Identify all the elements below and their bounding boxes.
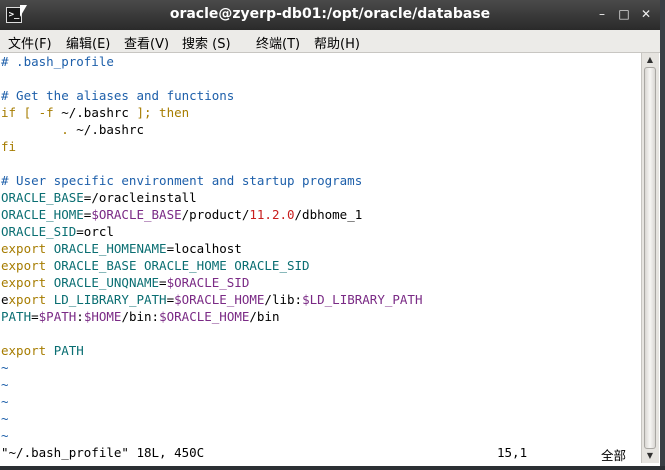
window-title: oracle@zyerp-db01:/opt/oracle/database	[169, 6, 491, 22]
menu-view[interactable]: 查看(V)	[124, 33, 169, 52]
code-token: :	[76, 309, 84, 324]
code-token: /lib:	[264, 292, 303, 307]
scroll-position: 全部	[601, 448, 627, 463]
menu-search[interactable]: 搜索 (S)	[182, 33, 231, 52]
code-token: =	[31, 309, 39, 324]
menu-terminal[interactable]: 终端(T)	[256, 33, 300, 52]
close-button[interactable]: ✕	[638, 6, 654, 22]
code-token: ORACLE_HOME	[1, 207, 84, 222]
code-token: /bin:	[121, 309, 160, 324]
code-token: # .bash_profile	[1, 54, 114, 69]
editor-line: ~	[1, 393, 9, 410]
code-token: export	[1, 343, 54, 358]
editor-line: ~	[1, 376, 9, 393]
editor-line: # Get the aliases and functions	[1, 87, 234, 104]
desktop-background	[660, 0, 665, 466]
editor-line: ORACLE_BASE=/oracleinstall	[1, 189, 197, 206]
code-token: /dbhome_1	[294, 207, 363, 222]
code-token: ~	[1, 394, 9, 409]
code-token: # User specific environment and startup …	[1, 173, 363, 188]
editor-line: PATH=$PATH:$HOME/bin:$ORACLE_HOME/bin	[1, 308, 280, 325]
code-token: ORACLE_HOMENAME	[53, 241, 167, 256]
code-token: if [ -f	[1, 105, 62, 120]
code-token: =	[166, 292, 175, 307]
code-token: fi	[1, 139, 17, 154]
code-token: ~	[1, 360, 9, 375]
code-token: $ORACLE_SID	[166, 275, 250, 290]
file-info: "~/.bash_profile" 18L, 450C	[1, 445, 205, 460]
code-token: $PATH	[38, 309, 77, 324]
code-token: ~	[1, 377, 9, 392]
code-token: ~	[1, 428, 9, 443]
code-token: =localhost	[166, 241, 242, 256]
editor-line: export ORACLE_UNQNAME=$ORACLE_SID	[1, 274, 249, 291]
editor-line: export PATH	[1, 342, 84, 359]
scrollbar-thumb[interactable]	[644, 67, 656, 449]
editor-line: ~	[1, 359, 9, 376]
editor-line: # User specific environment and startup …	[1, 172, 362, 189]
code-token: $LD_LIBRARY_PATH	[302, 292, 423, 307]
code-token: xport	[8, 292, 54, 307]
code-token: ]; then	[128, 105, 190, 120]
code-token: /product/	[181, 207, 250, 222]
code-token: $HOME	[83, 309, 122, 324]
maximize-button[interactable]: □	[616, 6, 632, 22]
chevron-down-icon[interactable]: ▼	[644, 451, 656, 461]
editor-line: fi	[1, 138, 16, 155]
vertical-scrollbar[interactable]: ▲ ▼	[641, 53, 659, 463]
code-token: ORACLE_BASE	[1, 190, 84, 205]
editor-line: ~	[1, 410, 9, 427]
terminal-window: >_ oracle@zyerp-db01:/opt/oracle/databas…	[0, 0, 661, 466]
code-token: PATH	[1, 309, 32, 324]
title-bar[interactable]: >_ oracle@zyerp-db01:/opt/oracle/databas…	[0, 0, 660, 30]
editor-line: if [ -f ~/.bashrc ]; then	[1, 104, 189, 121]
minimize-button[interactable]: –	[594, 6, 610, 22]
menu-help[interactable]: 帮助(H)	[314, 33, 360, 52]
editor-line: ~	[1, 427, 9, 444]
code-token: ~/.bashrc	[76, 122, 144, 137]
editor-line: export ORACLE_BASE ORACLE_HOME ORACLE_SI…	[1, 257, 310, 274]
editor-line: export LD_LIBRARY_PATH=$ORACLE_HOME/lib:…	[1, 291, 422, 308]
code-token: export	[1, 275, 54, 290]
code-token: # Get the aliases and functions	[1, 88, 235, 103]
code-token: $ORACLE_HOME	[159, 309, 250, 324]
mouse-pointer-icon	[20, 5, 27, 17]
background-terminal	[0, 466, 665, 470]
editor-line: ORACLE_HOME=$ORACLE_BASE/product/11.2.0/…	[1, 206, 362, 223]
editor-line: ORACLE_SID=orcl	[1, 223, 114, 240]
code-token: ~/.bashrc	[61, 105, 129, 120]
code-token: $ORACLE_HOME	[174, 292, 265, 307]
editor-line: export ORACLE_HOMENAME=localhost	[1, 240, 242, 257]
text-cursor: e	[1, 292, 9, 307]
cursor-position: 15,1	[497, 445, 528, 460]
code-token: =	[159, 275, 167, 290]
editor-line: # .bash_profile	[1, 53, 114, 70]
vim-status-line: "~/.bash_profile" 18L, 450C 15,1 全部	[0, 443, 641, 463]
code-token: $ORACLE_BASE	[91, 207, 182, 222]
code-token: .	[1, 122, 77, 137]
menu-bar: 文件(F) 编辑(E) 查看(V) 搜索 (S) 终端(T) 帮助(H)	[0, 30, 660, 53]
vim-editor-area[interactable]: # .bash_profile # Get the aliases and fun…	[0, 53, 641, 443]
code-token: ORACLE_BASE ORACLE_HOME ORACLE_SID	[53, 258, 310, 273]
editor-line: . ~/.bashrc	[1, 121, 144, 138]
code-token: export	[1, 258, 54, 273]
code-token: =orcl	[76, 224, 114, 239]
code-token: export	[1, 241, 54, 256]
code-token: PATH	[53, 343, 84, 358]
code-token: ORACLE_UNQNAME	[53, 275, 160, 290]
code-token: =/oracleinstall	[83, 190, 197, 205]
menu-edit[interactable]: 编辑(E)	[66, 33, 110, 52]
code-token: LD_LIBRARY_PATH	[53, 292, 167, 307]
code-token: ORACLE_SID	[1, 224, 77, 239]
chevron-up-icon[interactable]: ▲	[644, 55, 656, 65]
code-token: ~	[1, 411, 9, 426]
code-token: /bin	[249, 309, 280, 324]
code-token: 11.2.0	[249, 207, 295, 222]
menu-file[interactable]: 文件(F)	[8, 33, 52, 52]
